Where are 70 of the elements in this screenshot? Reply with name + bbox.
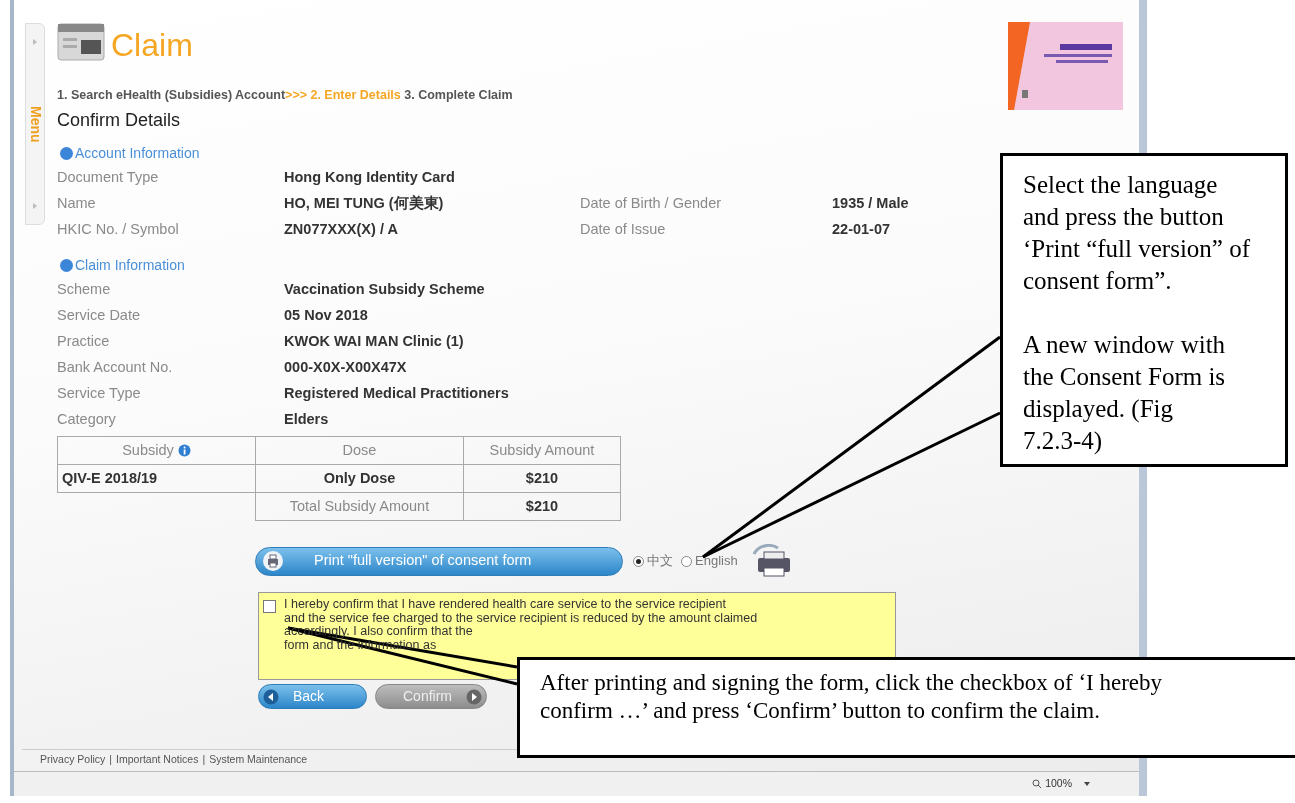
callout-text: A new window with [1023,330,1227,360]
page-title: Claim [111,28,193,62]
field-value: 05 Nov 2018 [284,306,369,326]
table-cell: $210 [463,464,621,493]
callout-text: confirm …’ and press ‘Confirm’ button to confirm the claim. [540,697,1101,725]
callout-text: After printing and signing the form, click the checkbox of ‘I hereby [540,669,1164,697]
field-value: KWOK WAI MAN Clinic (1) [284,332,465,352]
language-radio[interactable]: English [681,551,738,571]
field-label: Date of Issue [580,220,667,240]
language-radio[interactable]: 中文 [633,551,673,571]
field-value: 000-X0X-X00X47X [284,358,408,378]
caret-icon[interactable] [1083,781,1091,787]
table-cell: QIV-E 2018/19 [57,464,256,493]
field-label: Category [57,410,117,430]
arrow-icon [31,38,39,46]
step-separator: >>> [285,88,307,102]
field-value: Elders [284,410,330,430]
field-value: 1935 / Male [832,194,910,214]
arrow-icon [31,202,39,210]
table-cell: $210 [463,492,621,521]
field-label: Name [57,194,97,214]
callout-text: Select the language [1023,170,1219,200]
column-label: Subsidy [122,440,174,460]
declaration-checkbox[interactable] [263,600,276,613]
bullet-icon [60,146,73,160]
info-icon[interactable] [177,444,191,457]
field-label: Service Date [57,306,141,326]
footer-link[interactable]: Privacy Policy [40,752,106,768]
callout-text: consent form”. [1023,266,1173,296]
bullet-icon [60,258,73,272]
table-cell: Only Dose [255,464,464,493]
field-value: Vaccination Subsidy Scheme [284,280,486,300]
field-label: HKIC No. / Symbol [57,220,180,240]
callout-text: 7.2.3-4) [1023,426,1104,456]
field-label: Date of Birth / Gender [580,194,723,214]
callout-text: displayed. (Fig [1023,394,1174,425]
callout-text: and press the button [1023,202,1225,232]
section-title: Account Information [75,143,200,163]
callout-text: the Consent Form is [1023,362,1227,392]
column-header: Dose [255,436,464,465]
section-title: Claim Information [75,255,185,275]
table-cell: Total Subsidy Amount [255,492,464,521]
step-label: 3. Complete Claim [404,88,513,102]
footer-link[interactable]: System Maintenance [209,752,308,768]
step-label: 2. Enter Details [310,88,401,102]
field-label: Service Type [57,384,142,404]
footer-link[interactable]: Important Notices [116,752,199,768]
callout-text: ‘Print “full version” of [1023,234,1252,264]
field-label: Practice [57,332,111,352]
print-consent-button[interactable]: Print "full version" of consent form [255,546,623,576]
field-label: Document Type [57,168,160,188]
field-label: Bank Account No. [57,358,174,378]
declaration-text: I hereby confirm that I have rendered health care service to the service recipient [284,598,727,612]
zoom-icon [1032,779,1043,789]
section-heading: Confirm Details [57,109,182,131]
field-label: Scheme [57,280,112,300]
field-value: Hong Kong Identity Card [284,168,456,188]
link-separator: | [109,752,113,768]
step-label: 1. Search eHealth (Subsidies) Account [57,88,286,102]
column-header: Subsidy Amount [463,436,621,465]
field-value: 22-01-07 [832,220,892,240]
zoom-level[interactable]: 100% [1045,776,1072,792]
printer-icon [262,550,284,572]
declaration-text: and the service fee charged to the service recipient is reduced by the amount claimed [284,611,758,625]
link-separator: | [202,752,206,768]
card-icon [57,22,107,62]
field-value: Registered Medical Practitioners [284,384,510,404]
field-value: ZN077XXX(X) / A [284,220,399,240]
back-button[interactable]: Back [258,684,367,709]
field-value: HO, MEI TUNG (何美東) [284,194,445,214]
